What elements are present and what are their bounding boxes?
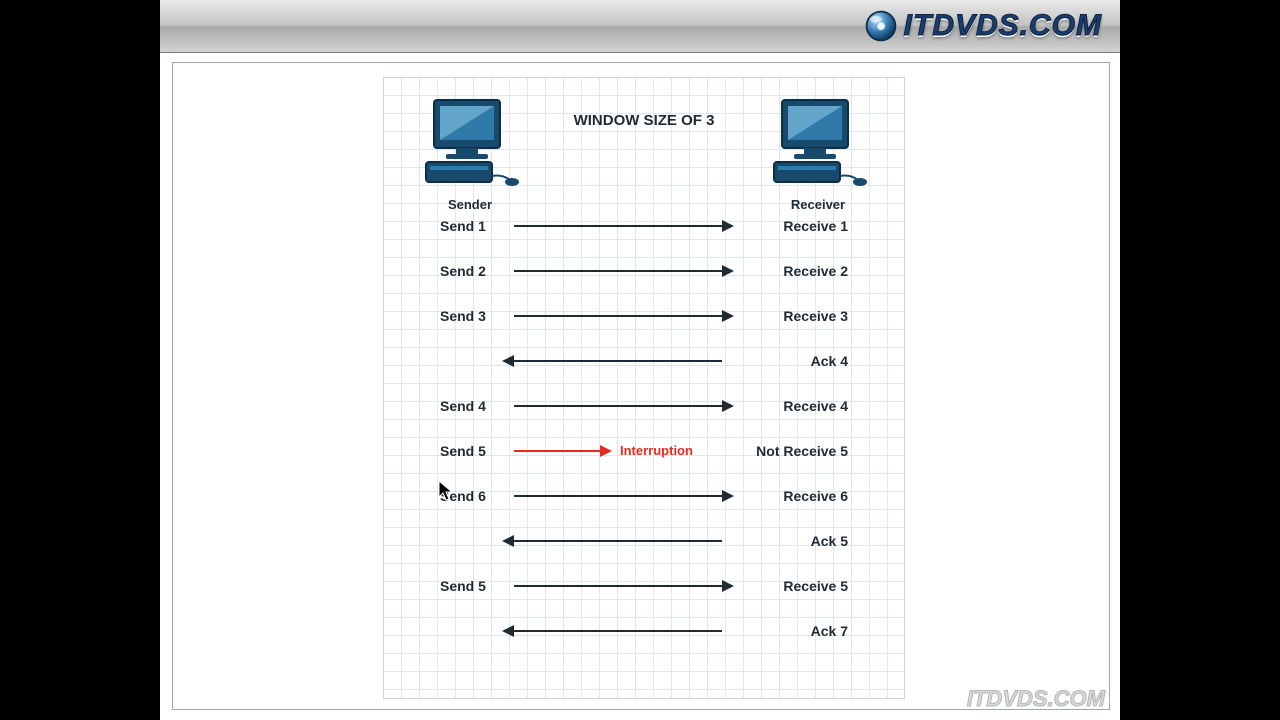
arrow-right-icon — [514, 315, 732, 317]
receive-label: Receive 2 — [783, 263, 848, 279]
content-pane: WINDOW SIZE OF 3 Sender — [172, 62, 1110, 710]
brand-text: ITDVDS.COM — [904, 11, 1102, 41]
receive-label: Receive 3 — [783, 308, 848, 324]
computer-icon — [768, 96, 868, 188]
watermark: ITDVDS.COM — [967, 686, 1105, 712]
arrow-right-icon — [514, 495, 732, 497]
send-label: Send 3 — [440, 308, 486, 324]
interruption-label: Interruption — [620, 443, 693, 458]
title-bar: ITDVDS.COM — [160, 0, 1120, 53]
arrow-right-icon — [514, 270, 732, 272]
message-row: Send 6 Receive 6 — [384, 488, 904, 514]
receive-label: Receive 6 — [783, 488, 848, 504]
message-row: Ack 7 — [384, 623, 904, 649]
arrow-right-icon — [514, 225, 732, 227]
app-window: ITDVDS.COM WINDOW SIZE OF 3 Sender — [160, 0, 1120, 720]
sender-label: Sender — [420, 197, 520, 212]
message-row: Send 5 Receive 5 — [384, 578, 904, 604]
ack-label: Ack 5 — [811, 533, 848, 549]
message-row: Send 5 Interruption Not Receive 5 — [384, 443, 904, 469]
receiver-node: Receiver — [768, 96, 868, 212]
ack-label: Ack 7 — [811, 623, 848, 639]
send-label: Send 6 — [440, 488, 486, 504]
send-label: Send 5 — [440, 443, 486, 459]
receive-label: Receive 4 — [783, 398, 848, 414]
receive-label: Receive 1 — [783, 218, 848, 234]
message-row: Ack 5 — [384, 533, 904, 559]
receive-label: Receive 5 — [783, 578, 848, 594]
diagram-canvas: WINDOW SIZE OF 3 Sender — [383, 77, 905, 699]
ack-label: Ack 4 — [811, 353, 848, 369]
arrow-left-icon — [504, 540, 722, 542]
send-label: Send 2 — [440, 263, 486, 279]
disc-icon — [864, 9, 898, 43]
arrow-left-icon — [504, 630, 722, 632]
message-row: Send 1 Receive 1 — [384, 218, 904, 244]
message-row: Send 2 Receive 2 — [384, 263, 904, 289]
arrow-left-icon — [504, 360, 722, 362]
arrow-right-icon — [514, 405, 732, 407]
brand-logo: ITDVDS.COM — [864, 6, 1102, 46]
send-label: Send 1 — [440, 218, 486, 234]
arrow-right-icon — [514, 450, 610, 452]
send-label: Send 4 — [440, 398, 486, 414]
message-row: Ack 4 — [384, 353, 904, 379]
send-label: Send 5 — [440, 578, 486, 594]
message-row: Send 3 Receive 3 — [384, 308, 904, 334]
message-row: Send 4 Receive 4 — [384, 398, 904, 424]
sender-node: Sender — [420, 96, 520, 212]
arrow-right-icon — [514, 585, 732, 587]
receiver-label: Receiver — [768, 197, 868, 212]
computer-icon — [420, 96, 520, 188]
receive-label: Not Receive 5 — [756, 443, 848, 459]
